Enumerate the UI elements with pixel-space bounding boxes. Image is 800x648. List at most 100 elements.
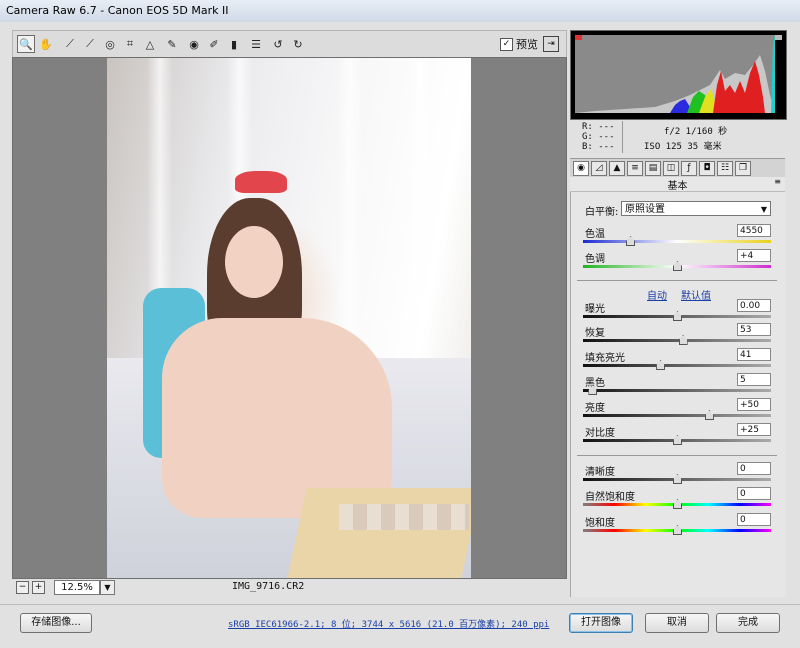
slider-label: 色调 — [585, 254, 605, 265]
slider-thumb[interactable] — [673, 474, 682, 484]
slider-label: 亮度 — [585, 403, 605, 414]
slider-value-field[interactable]: +4 — [737, 249, 771, 262]
slider-track[interactable] — [583, 335, 771, 345]
zoom-icon[interactable]: 🔍 — [17, 35, 35, 53]
done-button[interactable]: 完成 — [716, 613, 780, 633]
slider-thumb[interactable] — [656, 360, 666, 370]
slider-track[interactable] — [583, 474, 771, 484]
preview-checkbox[interactable]: ✓ 预览 — [500, 36, 538, 52]
pixel-info: R: --- G: --- B: --- f/2 1/160 秒 ISO 125… — [570, 119, 785, 157]
slider-track[interactable] — [583, 435, 771, 445]
image-preview-area[interactable] — [12, 57, 567, 579]
slider-value-field[interactable]: 0.00 — [737, 299, 771, 312]
slider-value-field[interactable]: 0 — [737, 487, 771, 500]
green-readout: G: --- — [582, 132, 615, 142]
histogram-plot — [575, 35, 775, 113]
slider-label: 对比度 — [585, 428, 615, 439]
target-adjust-icon[interactable]: ◎ — [101, 35, 119, 53]
slider-thumb[interactable] — [673, 499, 682, 509]
slider-value-field[interactable]: 0 — [737, 513, 771, 526]
slider-label: 恢复 — [585, 328, 605, 339]
slider-value-field[interactable]: 53 — [737, 323, 771, 336]
photo-preview — [107, 58, 471, 578]
panel-menu-icon[interactable]: ≡ — [774, 177, 781, 186]
lens-tab-icon[interactable]: ◫ — [663, 161, 679, 176]
basic-tab-icon[interactable]: ◉ — [573, 161, 589, 176]
hsl-tab-icon[interactable]: ≡ — [627, 161, 643, 176]
graduated-filter-icon[interactable]: ▮ — [225, 35, 243, 53]
chevron-down-icon[interactable]: ▼ — [100, 580, 115, 595]
adjustment-brush-icon[interactable]: ✐ — [205, 35, 223, 53]
slider-value-field[interactable]: 5 — [737, 373, 771, 386]
slider-thumb[interactable] — [704, 410, 714, 420]
slider-value-field[interactable]: 0 — [737, 462, 771, 475]
slider-track[interactable] — [583, 360, 771, 370]
straighten-icon[interactable]: △ — [141, 35, 159, 53]
camera-calibration-tab-icon[interactable]: ◘ — [699, 161, 715, 176]
slider-track[interactable] — [583, 236, 771, 246]
filename-label: IMG_9716.CR2 — [232, 581, 305, 592]
hand-icon[interactable]: ✋ — [37, 35, 55, 53]
title-bar: Camera Raw 6.7 - Canon EOS 5D Mark II — [0, 0, 800, 23]
cancel-button[interactable]: 取消 — [645, 613, 709, 633]
white-balance-value: 原照设置 — [625, 204, 665, 215]
slider-label: 填充亮光 — [585, 353, 625, 364]
slider-thumb[interactable] — [626, 236, 635, 246]
bottom-bar: 存储图像... sRGB IEC61966-2.1; 8 位; 3744 x 5… — [0, 604, 800, 648]
workflow-options-link[interactable]: sRGB IEC61966-2.1; 8 位; 3744 x 5616 (21.… — [228, 617, 549, 630]
slider-label: 饱和度 — [585, 518, 615, 529]
save-image-button[interactable]: 存储图像... — [20, 613, 92, 633]
shadow-clip-warning-icon[interactable] — [575, 35, 582, 40]
open-image-button[interactable]: 打开图像 — [569, 613, 633, 633]
spot-removal-icon[interactable]: ✎ — [163, 35, 181, 53]
exposure-info: f/2 1/160 秒 — [664, 127, 728, 137]
snapshots-tab-icon[interactable]: ❐ — [735, 161, 751, 176]
slider-label: 色温 — [585, 229, 605, 240]
zoom-out-button[interactable]: − — [16, 581, 29, 594]
default-link[interactable]: 默认值 — [681, 287, 711, 302]
slider-track[interactable] — [583, 499, 771, 509]
slider-track[interactable] — [583, 311, 771, 321]
slider-thumb[interactable] — [678, 335, 688, 345]
basic-panel: 白平衡: 原照设置 ▼ 色温 4550 色调 +4 曝光 0.00 恢复 53 填充亮光 41 黑色… — [570, 192, 786, 597]
rotate-cw-icon[interactable]: ↻ — [289, 35, 307, 53]
panel-title-label: 基本 — [667, 181, 688, 192]
slider-thumb[interactable] — [673, 261, 682, 271]
split-toning-tab-icon[interactable]: ▤ — [645, 161, 661, 176]
slider-track[interactable] — [583, 410, 771, 420]
slider-thumb[interactable] — [673, 311, 682, 321]
panel-title: 基本 ≡ — [570, 177, 785, 192]
rotate-ccw-icon[interactable]: ↺ — [269, 35, 287, 53]
highlight-clip-warning-icon[interactable] — [775, 35, 782, 40]
red-eye-icon[interactable]: ◉ — [185, 35, 203, 53]
slider-label: 黑色 — [585, 378, 605, 389]
zoom-level-field[interactable]: 12.5% — [54, 580, 100, 595]
detail-tab-icon[interactable]: ▲ — [609, 161, 625, 176]
white-balance-label: 白平衡: — [585, 207, 619, 218]
slider-label: 曝光 — [585, 304, 605, 315]
slider-track[interactable] — [583, 525, 771, 535]
presets-tab-icon[interactable]: ☷ — [717, 161, 733, 176]
chevron-down-icon: ▼ — [760, 205, 767, 214]
tone-curve-tab-icon[interactable]: ◿ — [591, 161, 607, 176]
slider-value-field[interactable]: +50 — [737, 398, 771, 411]
slider-value-field[interactable]: +25 — [737, 423, 771, 436]
slider-value-field[interactable]: 4550 — [737, 224, 771, 237]
zoom-bar: − + 12.5% ▼ IMG_9716.CR2 — [12, 578, 565, 596]
auto-link[interactable]: 自动 — [647, 287, 667, 302]
fullscreen-icon[interactable]: ⇥ — [543, 36, 559, 52]
white-balance-icon[interactable]: ⟋ — [61, 35, 79, 53]
slider-track[interactable] — [583, 261, 771, 271]
zoom-in-button[interactable]: + — [32, 581, 45, 594]
white-balance-select[interactable]: 原照设置 ▼ — [621, 201, 771, 216]
crop-icon[interactable]: ⌗ — [121, 35, 139, 53]
slider-thumb[interactable] — [673, 435, 682, 445]
effects-tab-icon[interactable]: ƒ — [681, 161, 697, 176]
preferences-icon[interactable]: ☰ — [247, 35, 265, 53]
color-sampler-icon[interactable]: ⟋ — [81, 35, 99, 53]
slider-track[interactable] — [583, 385, 771, 395]
slider-thumb[interactable] — [673, 525, 682, 535]
slider-value-field[interactable]: 41 — [737, 348, 771, 361]
preview-label: 预览 — [516, 38, 538, 51]
checkbox-icon[interactable]: ✓ — [500, 37, 513, 51]
